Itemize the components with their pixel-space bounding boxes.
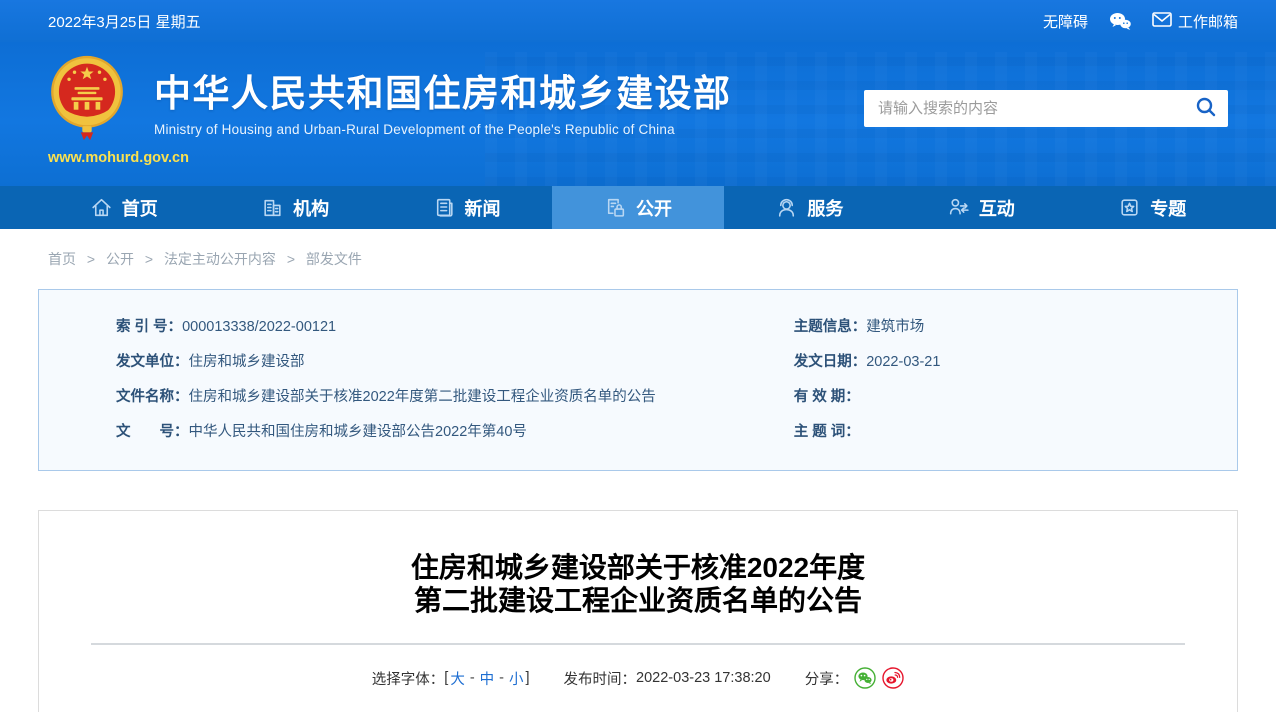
home-icon	[90, 196, 113, 219]
nav-tab-home[interactable]: 首页	[38, 186, 209, 229]
font-size-large-link[interactable]: 大	[450, 668, 465, 689]
info-row-issue-date: 发文日期： 2022-03-21	[793, 354, 941, 370]
site-url: www.mohurd.gov.cn	[48, 150, 189, 166]
search-icon	[1195, 96, 1217, 121]
nav-tab-interaction[interactable]: 互动	[895, 186, 1066, 229]
disclosure-icon	[604, 196, 627, 219]
accessibility-link[interactable]: 无障碍	[1043, 11, 1088, 32]
site-logo-link[interactable]: www.mohurd.gov.cn 中华人民共和国住房和城乡建设部 Minist…	[48, 54, 732, 166]
font-size-small-link[interactable]: 小	[509, 668, 524, 689]
nav-tab-special-topics[interactable]: 专题	[1067, 186, 1238, 229]
nav-tab-service[interactable]: 服务	[724, 186, 895, 229]
font-size-medium-link[interactable]: 中	[480, 668, 495, 689]
breadcrumb-section: 首页 > 公开 > 法定主动公开内容 > 部发文件	[0, 229, 1276, 287]
breadcrumb-home[interactable]: 首页	[48, 251, 76, 267]
search-box	[864, 90, 1228, 127]
special-topic-icon	[1118, 196, 1141, 219]
main-nav: 首页 机构 新闻 公开 服务 互动 专题	[0, 186, 1276, 229]
search-button[interactable]	[1184, 90, 1228, 127]
work-mailbox-link[interactable]: 工作邮箱	[1152, 11, 1238, 32]
nav-tab-organization[interactable]: 机构	[209, 186, 380, 229]
article-title: 住房和城乡建设部关于核准2022年度 第二批建设工程企业资质名单的公告	[410, 552, 866, 616]
breadcrumb: 首页 > 公开 > 法定主动公开内容 > 部发文件	[48, 251, 362, 267]
breadcrumb-statutory-content[interactable]: 法定主动公开内容	[164, 251, 276, 267]
wechat-icon[interactable]	[1108, 11, 1132, 31]
title-separator	[91, 643, 1185, 645]
interaction-icon	[947, 196, 970, 219]
info-row-keywords: 主 题 词：	[793, 424, 860, 440]
wechat-share-icon[interactable]	[854, 667, 876, 689]
envelope-icon	[1152, 11, 1172, 31]
current-date: 2022年3月25日 星期五	[48, 13, 201, 31]
info-row-index-number: 索 引 号： 000013338/2022-00121	[116, 319, 337, 335]
publish-time: 发布时间： 2022-03-23 17:38:20	[563, 670, 771, 688]
document-info-box: 索 引 号： 000013338/2022-00121 发文单位： 住房和城乡建…	[38, 289, 1238, 471]
info-row-validity: 有 效 期：	[793, 389, 860, 405]
share-group: 分享：	[805, 667, 905, 689]
organization-icon	[261, 196, 284, 219]
national-emblem-icon: www.mohurd.gov.cn	[48, 54, 189, 166]
info-row-issuing-unit: 发文单位： 住房和城乡建设部	[116, 354, 305, 370]
topbar: 2022年3月25日 星期五 无障碍 工作邮箱	[0, 0, 1276, 42]
info-row-document-number: 文 号： 中华人民共和国住房和城乡建设部公告2022年第40号	[116, 424, 527, 440]
site-header: www.mohurd.gov.cn 中华人民共和国住房和城乡建设部 Minist…	[0, 42, 1276, 186]
weibo-share-icon[interactable]	[882, 667, 904, 689]
news-icon	[433, 196, 456, 219]
nav-tab-news[interactable]: 新闻	[381, 186, 552, 229]
service-icon	[775, 196, 798, 219]
breadcrumb-ministry-documents[interactable]: 部发文件	[306, 251, 362, 267]
article-meta-row: 选择字体： [ 大 - 中 - 小 ] 发布时间： 2022-03-23 17:…	[39, 667, 1237, 689]
search-input[interactable]	[864, 100, 1184, 117]
info-row-document-name: 文件名称： 住房和城乡建设部关于核准2022年度第二批建设工程企业资质名单的公告	[116, 389, 656, 405]
font-size-selector: 选择字体： [ 大 - 中 - 小 ]	[372, 668, 530, 689]
info-row-topic-info: 主题信息： 建筑市场	[793, 319, 925, 335]
breadcrumb-disclosure[interactable]: 公开	[106, 251, 134, 267]
site-title: 中华人民共和国住房和城乡建设部	[154, 73, 732, 114]
site-subtitle: Ministry of Housing and Urban-Rural Deve…	[154, 122, 675, 137]
article-box: 住房和城乡建设部关于核准2022年度 第二批建设工程企业资质名单的公告 选择字体…	[38, 510, 1238, 712]
nav-tab-disclosure[interactable]: 公开	[552, 186, 724, 229]
